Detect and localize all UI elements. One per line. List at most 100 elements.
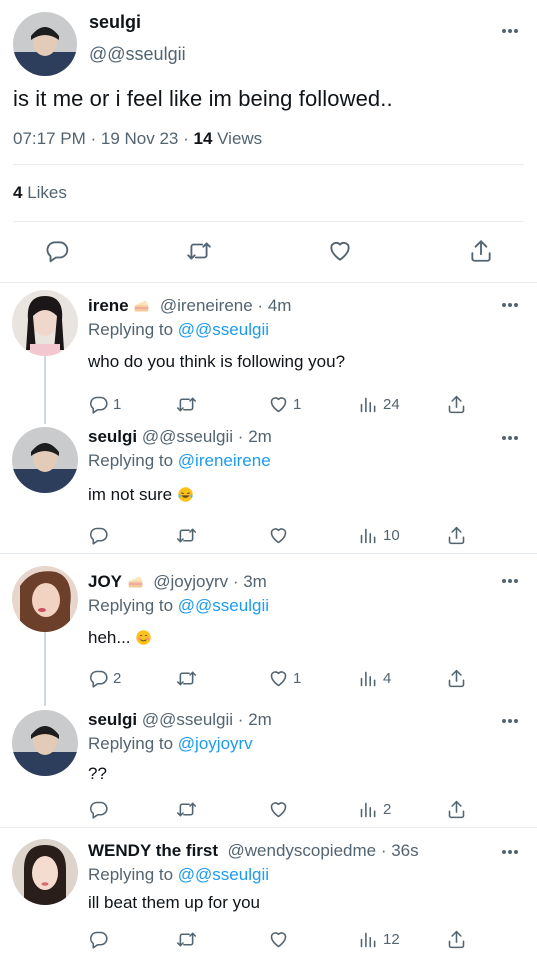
share-button[interactable] bbox=[446, 392, 467, 416]
more-options-icon[interactable] bbox=[500, 716, 520, 726]
replying-to-link[interactable]: @ireneirene bbox=[178, 451, 271, 470]
reply-author-name[interactable]: seulgi bbox=[88, 710, 137, 729]
avatar[interactable] bbox=[12, 710, 78, 776]
replying-to-link[interactable]: @@sseulgii bbox=[178, 865, 269, 884]
like-button[interactable] bbox=[268, 797, 293, 821]
views-button[interactable]: 12 bbox=[358, 927, 400, 951]
views-button[interactable]: 4 bbox=[358, 666, 391, 690]
like-button[interactable] bbox=[268, 927, 293, 951]
reply-actions: 2 bbox=[88, 797, 488, 821]
share-button[interactable] bbox=[446, 797, 467, 821]
like-icon bbox=[270, 527, 287, 543]
reply-actions: 12 bbox=[88, 927, 488, 951]
avatar[interactable] bbox=[13, 12, 77, 76]
divider bbox=[0, 282, 537, 283]
reply-author-handle[interactable]: @@sseulgii bbox=[142, 710, 233, 729]
like-button[interactable] bbox=[268, 523, 293, 547]
like-icon bbox=[270, 931, 287, 947]
share-button[interactable] bbox=[446, 666, 467, 690]
views-button[interactable]: 24 bbox=[358, 392, 400, 416]
views-button[interactable]: 10 bbox=[358, 523, 400, 547]
avatar[interactable] bbox=[12, 427, 78, 493]
divider bbox=[13, 221, 524, 222]
reply-author-name[interactable]: WENDY the first bbox=[88, 841, 218, 860]
reply-icon bbox=[89, 527, 108, 545]
reply-actions: 1 1 24 bbox=[88, 392, 488, 416]
reply-tweet[interactable]: JOY @joyjoyrv · 3m Replying to @@sseulgi… bbox=[0, 566, 537, 692]
author-name[interactable]: seulgi bbox=[89, 12, 141, 33]
reply-author-name[interactable]: irene bbox=[88, 296, 129, 315]
share-button[interactable] bbox=[446, 523, 467, 547]
replying-prefix: Replying to bbox=[88, 320, 174, 339]
replying-to: Replying to @@sseulgii bbox=[88, 596, 269, 616]
avatar[interactable] bbox=[12, 290, 78, 356]
reply-button[interactable] bbox=[88, 523, 113, 547]
more-options-icon[interactable] bbox=[500, 847, 520, 857]
like-button[interactable]: 1 bbox=[268, 392, 301, 416]
reply-author-handle[interactable]: @wendyscopiedme bbox=[228, 841, 377, 860]
retweet-icon bbox=[176, 397, 197, 411]
retweet-button[interactable] bbox=[176, 927, 201, 951]
reply-time: 3m bbox=[243, 572, 267, 591]
views-count: 14 bbox=[193, 129, 213, 148]
share-button[interactable] bbox=[446, 927, 467, 951]
replying-to-link[interactable]: @joyjoyrv bbox=[178, 734, 253, 753]
views-count: 10 bbox=[383, 526, 400, 544]
replying-to: Replying to @ireneirene bbox=[88, 451, 271, 471]
retweet-button[interactable] bbox=[176, 523, 201, 547]
like-count: 1 bbox=[293, 395, 302, 413]
reply-text: ?? bbox=[88, 764, 107, 783]
reply-actions: 2 1 4 bbox=[88, 666, 488, 690]
analytics-icon bbox=[360, 802, 376, 817]
reply-time: 36s bbox=[391, 841, 419, 860]
retweet-button[interactable] bbox=[176, 666, 201, 690]
reply-author-name[interactable]: JOY bbox=[88, 572, 122, 591]
retweet-button[interactable] bbox=[176, 797, 201, 821]
reply-tweet[interactable]: seulgi @@sseulgii · 2m Replying to @joyj… bbox=[0, 710, 537, 820]
like-button[interactable]: 1 bbox=[268, 666, 301, 690]
like-icon[interactable] bbox=[327, 238, 353, 264]
likes-stat[interactable]: 4 Likes bbox=[13, 183, 67, 203]
more-options-icon[interactable] bbox=[500, 576, 520, 586]
retweet-button[interactable] bbox=[176, 392, 201, 416]
author-handle[interactable]: @@sseulgii bbox=[89, 44, 186, 65]
reply-header: WENDY the first @wendyscopiedme · 36s bbox=[88, 841, 419, 860]
reply-author-name[interactable]: seulgi bbox=[88, 427, 137, 446]
more-options-icon[interactable] bbox=[500, 300, 520, 310]
reply-tweet[interactable]: seulgi @@sseulgii · 2m Replying to @iren… bbox=[0, 427, 537, 547]
reply-header: irene @ireneirene · 4m bbox=[88, 296, 292, 315]
views-count: 24 bbox=[383, 395, 400, 413]
reply-button[interactable]: 1 bbox=[88, 392, 121, 416]
views-button[interactable]: 2 bbox=[358, 797, 391, 821]
replying-to-link[interactable]: @@sseulgii bbox=[178, 320, 269, 339]
reply-header: JOY @joyjoyrv · 3m bbox=[88, 572, 267, 591]
share-icon bbox=[448, 930, 465, 948]
more-options-icon[interactable] bbox=[500, 433, 520, 443]
reply-author-handle[interactable]: @joyjoyrv bbox=[153, 572, 228, 591]
reply-time: 2m bbox=[248, 427, 272, 446]
reply-button[interactable] bbox=[88, 797, 113, 821]
reply-icon bbox=[89, 670, 108, 688]
reply-header: seulgi @@sseulgii · 2m bbox=[88, 427, 272, 446]
reply-tweet[interactable]: irene @ireneirene · 4m Replying to @@sse… bbox=[0, 290, 537, 416]
more-options-icon[interactable] bbox=[500, 26, 520, 36]
avatar[interactable] bbox=[12, 566, 78, 632]
analytics-icon bbox=[360, 671, 376, 686]
avatar[interactable] bbox=[12, 839, 78, 905]
reply-text: who do you think is following you? bbox=[88, 352, 346, 371]
share-icon[interactable] bbox=[468, 238, 494, 264]
replying-to-link[interactable]: @@sseulgii bbox=[178, 596, 269, 615]
reply-author-handle[interactable]: @ireneirene bbox=[160, 296, 253, 315]
laughing-crying-emoji-icon bbox=[178, 487, 193, 502]
retweet-icon bbox=[176, 932, 197, 946]
replying-prefix: Replying to bbox=[88, 596, 174, 615]
replying-to: Replying to @joyjoyrv bbox=[88, 734, 253, 754]
reply-author-handle[interactable]: @@sseulgii bbox=[142, 427, 233, 446]
reply-button[interactable] bbox=[88, 927, 113, 951]
reply-icon[interactable] bbox=[44, 238, 70, 264]
tweet-meta: 07:17 PM · 19 Nov 23 · 14 Views bbox=[13, 129, 263, 148]
reply-tweet[interactable]: WENDY the first @wendyscopiedme · 36s Re… bbox=[0, 839, 537, 956]
retweet-icon[interactable] bbox=[186, 238, 212, 264]
reply-header: seulgi @@sseulgii · 2m bbox=[88, 710, 272, 729]
reply-button[interactable]: 2 bbox=[88, 666, 121, 690]
